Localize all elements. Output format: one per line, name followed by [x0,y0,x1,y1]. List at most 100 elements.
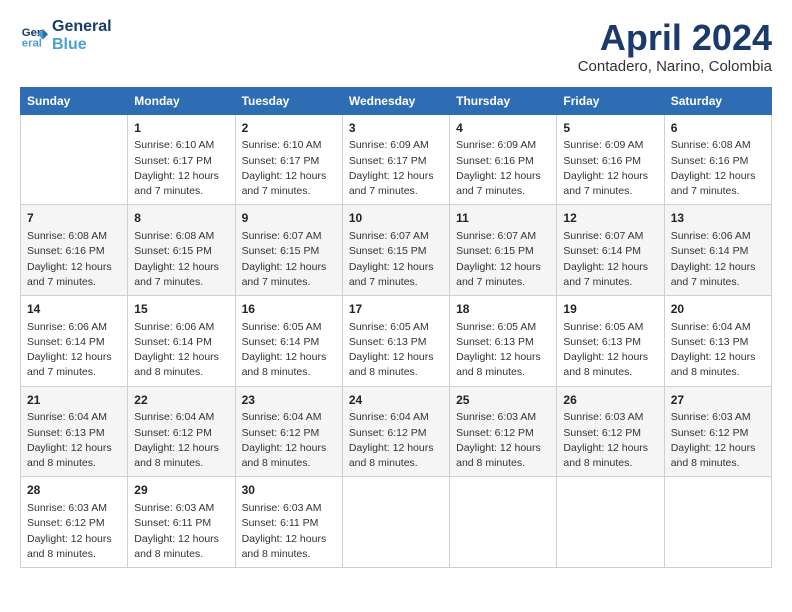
day-number: 3 [349,120,443,137]
day-info: Sunrise: 6:10 AM Sunset: 6:17 PM Dayligh… [242,138,336,199]
day-info: Sunrise: 6:04 AM Sunset: 6:12 PM Dayligh… [242,410,336,471]
calendar-cell: 5Sunrise: 6:09 AM Sunset: 6:16 PM Daylig… [557,114,664,205]
calendar-cell [557,477,664,568]
day-info: Sunrise: 6:04 AM Sunset: 6:13 PM Dayligh… [671,320,765,381]
calendar-cell: 12 Sunrise: 6:07 AM Sunset: 6:14 PM Dayli… [557,205,664,296]
day-number: 20 [671,301,765,318]
day-info: Sunrise: 6:09 AM Sunset: 6:16 PM Dayligh… [563,138,657,199]
day-number: 2 [242,120,336,137]
day-number: 9 [242,210,336,227]
calendar-cell: 29 Sunrise: 6:03 AM Sunset: 6:11 PM Dayli… [128,477,235,568]
logo-icon: Gen eral [20,22,48,50]
col-friday: Friday [557,87,664,114]
day-number: 27 [671,392,765,409]
calendar-week-3: 21Sunrise: 6:04 AM Sunset: 6:13 PM Dayli… [21,386,772,477]
day-number: 5 [563,120,657,137]
day-number: 19 [563,301,657,318]
calendar-cell: 7Sunrise: 6:08 AM Sunset: 6:16 PM Daylig… [21,205,128,296]
day-info: Sunrise: 6:09 AM Sunset: 6:17 PM Dayligh… [349,138,443,199]
calendar-table: Sunday Monday Tuesday Wednesday Thursday… [20,87,772,568]
col-thursday: Thursday [450,87,557,114]
subtitle: Contadero, Narino, Colombia [578,58,772,75]
day-number: 26 [563,392,657,409]
day-info: Sunrise: 6:05 AM Sunset: 6:13 PM Dayligh… [456,320,550,381]
day-info: Sunrise: 6:03 AM Sunset: 6:11 PM Dayligh… [242,501,336,562]
day-info: Sunrise: 6:07 AM Sunset: 6:15 PM Dayligh… [456,229,550,290]
calendar-week-2: 14 Sunrise: 6:06 AM Sunset: 6:14 PM Dayli… [21,295,772,386]
day-info: Sunrise: 6:04 AM Sunset: 6:12 PM Dayligh… [134,410,228,471]
day-number: 15 [134,301,228,318]
calendar-cell: 8Sunrise: 6:08 AM Sunset: 6:15 PM Daylig… [128,205,235,296]
day-number: 29 [134,482,228,499]
main-title: April 2024 [578,18,772,58]
day-info: Sunrise: 6:09 AM Sunset: 6:16 PM Dayligh… [456,138,550,199]
calendar-cell: 6Sunrise: 6:08 AM Sunset: 6:16 PM Daylig… [664,114,771,205]
calendar-cell [21,114,128,205]
day-info: Sunrise: 6:08 AM Sunset: 6:15 PM Dayligh… [134,229,228,290]
page-header: Gen eral General Blue April 2024 Contade… [20,18,772,75]
day-info: Sunrise: 6:03 AM Sunset: 6:12 PM Dayligh… [456,410,550,471]
day-info: Sunrise: 6:03 AM Sunset: 6:12 PM Dayligh… [27,501,121,562]
calendar-cell: 26Sunrise: 6:03 AM Sunset: 6:12 PM Dayli… [557,386,664,477]
col-saturday: Saturday [664,87,771,114]
day-number: 14 [27,301,121,318]
day-number: 16 [242,301,336,318]
calendar-header-row: Sunday Monday Tuesday Wednesday Thursday… [21,87,772,114]
day-info: Sunrise: 6:04 AM Sunset: 6:12 PM Dayligh… [349,410,443,471]
day-info: Sunrise: 6:03 AM Sunset: 6:12 PM Dayligh… [671,410,765,471]
calendar-cell: 14 Sunrise: 6:06 AM Sunset: 6:14 PM Dayli… [21,295,128,386]
day-number: 18 [456,301,550,318]
day-number: 7 [27,210,121,227]
svg-text:eral: eral [22,38,42,50]
day-number: 12 [563,210,657,227]
day-info: Sunrise: 6:07 AM Sunset: 6:14 PM Dayligh… [563,229,657,290]
col-sunday: Sunday [21,87,128,114]
calendar-cell: 20 Sunrise: 6:04 AM Sunset: 6:13 PM Dayli… [664,295,771,386]
calendar-cell: 10Sunrise: 6:07 AM Sunset: 6:15 PM Dayli… [342,205,449,296]
day-info: Sunrise: 6:06 AM Sunset: 6:14 PM Dayligh… [671,229,765,290]
calendar-cell [664,477,771,568]
calendar-cell: 9Sunrise: 6:07 AM Sunset: 6:15 PM Daylig… [235,205,342,296]
day-number: 22 [134,392,228,409]
day-info: Sunrise: 6:06 AM Sunset: 6:14 PM Dayligh… [134,320,228,381]
day-info: Sunrise: 6:08 AM Sunset: 6:16 PM Dayligh… [671,138,765,199]
day-info: Sunrise: 6:05 AM Sunset: 6:13 PM Dayligh… [349,320,443,381]
day-info: Sunrise: 6:05 AM Sunset: 6:13 PM Dayligh… [563,320,657,381]
calendar-cell [342,477,449,568]
calendar-cell: 28 Sunrise: 6:03 AM Sunset: 6:12 PM Dayli… [21,477,128,568]
day-number: 13 [671,210,765,227]
col-tuesday: Tuesday [235,87,342,114]
logo-line1: General [52,18,112,36]
day-number: 10 [349,210,443,227]
calendar-cell: 25Sunrise: 6:03 AM Sunset: 6:12 PM Dayli… [450,386,557,477]
day-info: Sunrise: 6:10 AM Sunset: 6:17 PM Dayligh… [134,138,228,199]
calendar-cell: 27Sunrise: 6:03 AM Sunset: 6:12 PM Dayli… [664,386,771,477]
calendar-cell: 4Sunrise: 6:09 AM Sunset: 6:16 PM Daylig… [450,114,557,205]
calendar-cell: 19 Sunrise: 6:05 AM Sunset: 6:13 PM Dayli… [557,295,664,386]
calendar-week-0: 1Sunrise: 6:10 AM Sunset: 6:17 PM Daylig… [21,114,772,205]
day-number: 17 [349,301,443,318]
calendar-cell: 17 Sunrise: 6:05 AM Sunset: 6:13 PM Dayli… [342,295,449,386]
logo: Gen eral General Blue [20,18,112,55]
day-number: 1 [134,120,228,137]
day-number: 28 [27,482,121,499]
calendar-cell: 21Sunrise: 6:04 AM Sunset: 6:13 PM Dayli… [21,386,128,477]
calendar-cell: 11Sunrise: 6:07 AM Sunset: 6:15 PM Dayli… [450,205,557,296]
calendar-cell: 15 Sunrise: 6:06 AM Sunset: 6:14 PM Dayli… [128,295,235,386]
calendar-cell: 24Sunrise: 6:04 AM Sunset: 6:12 PM Dayli… [342,386,449,477]
calendar-cell [450,477,557,568]
col-monday: Monday [128,87,235,114]
calendar-cell: 1Sunrise: 6:10 AM Sunset: 6:17 PM Daylig… [128,114,235,205]
day-info: Sunrise: 6:04 AM Sunset: 6:13 PM Dayligh… [27,410,121,471]
day-number: 24 [349,392,443,409]
calendar-cell: 30Sunrise: 6:03 AM Sunset: 6:11 PM Dayli… [235,477,342,568]
calendar-week-1: 7Sunrise: 6:08 AM Sunset: 6:16 PM Daylig… [21,205,772,296]
title-block: April 2024 Contadero, Narino, Colombia [578,18,772,75]
day-info: Sunrise: 6:03 AM Sunset: 6:11 PM Dayligh… [134,501,228,562]
day-number: 25 [456,392,550,409]
day-info: Sunrise: 6:03 AM Sunset: 6:12 PM Dayligh… [563,410,657,471]
day-number: 21 [27,392,121,409]
day-info: Sunrise: 6:05 AM Sunset: 6:14 PM Dayligh… [242,320,336,381]
day-info: Sunrise: 6:06 AM Sunset: 6:14 PM Dayligh… [27,320,121,381]
calendar-cell: 3Sunrise: 6:09 AM Sunset: 6:17 PM Daylig… [342,114,449,205]
